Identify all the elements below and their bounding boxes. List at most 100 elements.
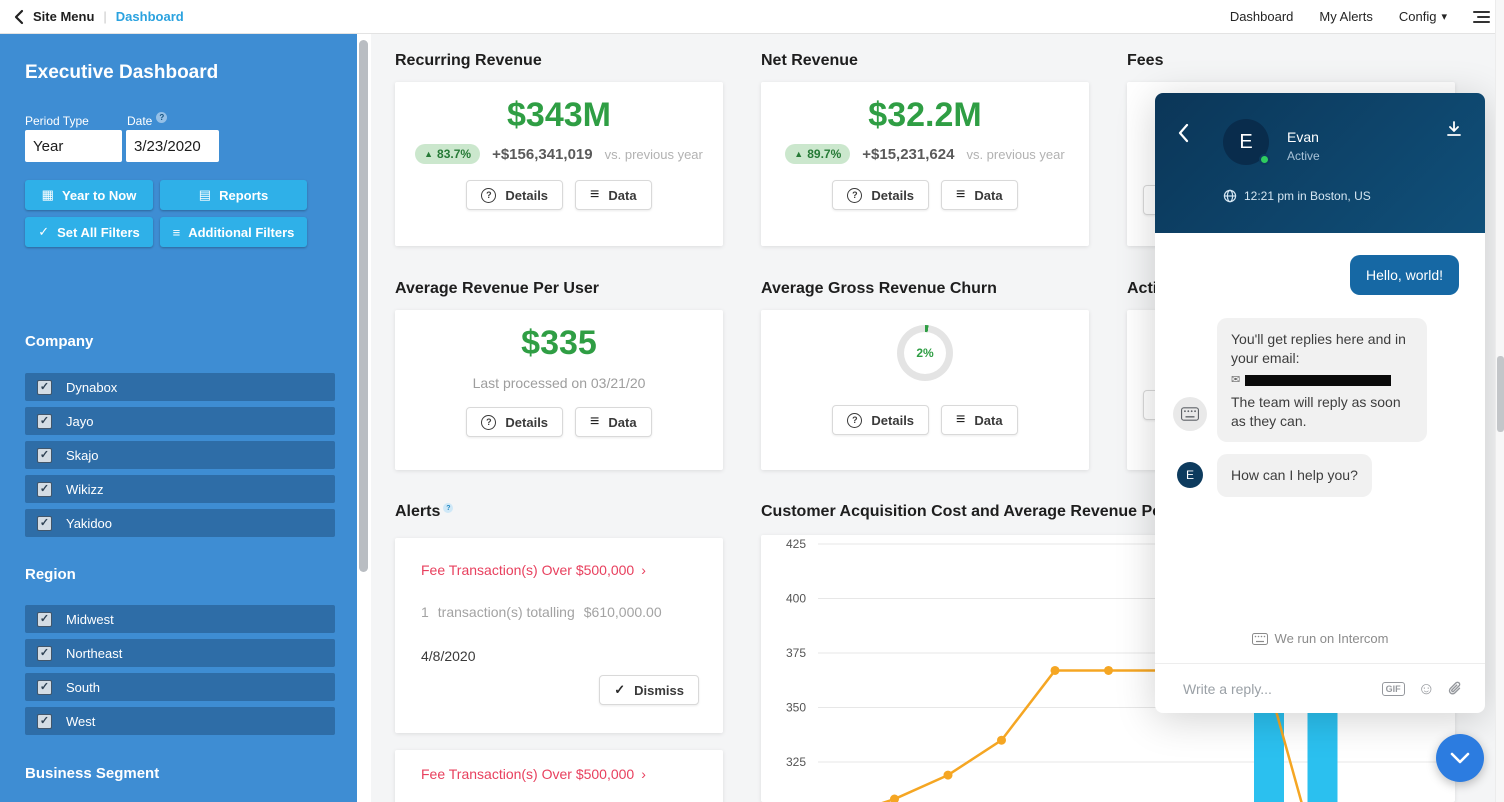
region-item-northeast[interactable]: ✓ Northeast: [25, 639, 335, 667]
badge-percent: 83.7%: [437, 147, 471, 161]
reports-button[interactable]: ▤ Reports: [160, 180, 307, 210]
agent-initial: E: [1239, 131, 1252, 154]
nav-config[interactable]: Config ▾: [1399, 9, 1447, 24]
data-button[interactable]: ≡ Data: [575, 407, 652, 437]
additional-filters-button[interactable]: ≡ Additional Filters: [160, 217, 307, 247]
svg-text:425: 425: [786, 537, 806, 551]
chat-back-button[interactable]: [1171, 121, 1195, 145]
data-button[interactable]: ≡ Data: [575, 180, 652, 210]
emoji-button[interactable]: ☺: [1418, 680, 1435, 697]
date-input[interactable]: [126, 130, 219, 162]
svg-text:350: 350: [786, 701, 806, 715]
recurring-revenue-title: Recurring Revenue: [395, 52, 542, 70]
bot-avatar: [1173, 397, 1207, 431]
date-help-icon[interactable]: ?: [156, 112, 167, 123]
gif-button[interactable]: GIF: [1382, 682, 1405, 696]
region-item-label: West: [66, 714, 95, 729]
year-to-now-button[interactable]: ▦ Year to Now: [25, 180, 153, 210]
recurring-revenue-badge: ▲ 83.7%: [415, 144, 480, 164]
data-button[interactable]: ≡ Data: [941, 405, 1018, 435]
svg-text:400: 400: [786, 592, 806, 606]
alerts-title: Alerts?: [395, 503, 453, 521]
checkbox-checked-icon[interactable]: ✓: [37, 612, 52, 627]
download-conversation-button[interactable]: [1441, 117, 1467, 143]
checkbox-checked-icon[interactable]: ✓: [37, 414, 52, 429]
data-button[interactable]: ≡ Data: [941, 180, 1018, 210]
recurring-revenue-delta: +$156,341,019: [492, 146, 593, 163]
company-item-label: Yakidoo: [66, 516, 112, 531]
back-chevron-icon[interactable]: [14, 9, 24, 25]
checkbox-checked-icon[interactable]: ✓: [37, 482, 52, 497]
reports-label: Reports: [219, 188, 268, 203]
company-item-label: Dynabox: [66, 380, 117, 395]
svg-text:325: 325: [786, 755, 806, 769]
company-item-label: Jayo: [66, 414, 93, 429]
keyboard-icon: [1181, 407, 1199, 421]
company-item-label: Skajo: [66, 448, 99, 463]
alerts-help-icon[interactable]: ?: [443, 503, 453, 513]
arpu-title: Average Revenue Per User: [395, 280, 599, 298]
churn-donut-chart: 2%: [897, 325, 953, 381]
site-menu-link[interactable]: Site Menu: [33, 9, 94, 24]
company-item-label: Wikizz: [66, 482, 104, 497]
net-revenue-value: $32.2M: [868, 96, 981, 135]
recurring-revenue-value: $343M: [507, 96, 611, 135]
period-type-input[interactable]: [25, 130, 122, 162]
checkbox-checked-icon[interactable]: ✓: [37, 646, 52, 661]
intercom-footer-link[interactable]: We run on Intercom: [1155, 631, 1485, 646]
attachment-button[interactable]: [1448, 681, 1463, 697]
company-item-jayo[interactable]: ✓ Jayo: [25, 407, 335, 435]
details-button[interactable]: ? Details: [466, 407, 563, 437]
set-all-filters-button[interactable]: ✓ Set All Filters: [25, 217, 153, 247]
alert-card: Fee Transaction(s) Over $500,000 › 1 tra…: [395, 538, 723, 733]
checkbox-checked-icon[interactable]: ✓: [37, 448, 52, 463]
checkbox-checked-icon[interactable]: ✓: [37, 714, 52, 729]
list-icon: ≡: [956, 412, 965, 428]
alert-amount: $610,000.00: [584, 604, 662, 620]
chat-launcher-button[interactable]: [1436, 734, 1484, 782]
list-icon: ≡: [956, 187, 965, 203]
fee-transaction-alert-link[interactable]: Fee Transaction(s) Over $500,000 ›: [421, 766, 646, 782]
page-scrollbar-thumb[interactable]: [1497, 356, 1504, 432]
region-item-midwest[interactable]: ✓ Midwest: [25, 605, 335, 633]
menu-icon[interactable]: [1473, 11, 1490, 23]
alert-count: 1: [421, 604, 429, 620]
badge-percent: 89.7%: [807, 147, 841, 161]
region-item-south[interactable]: ✓ South: [25, 673, 335, 701]
region-item-west[interactable]: ✓ West: [25, 707, 335, 735]
question-circle-icon: ?: [847, 413, 862, 428]
fee-transaction-alert-link[interactable]: Fee Transaction(s) Over $500,000 ›: [421, 562, 646, 578]
intercom-footer-label: We run on Intercom: [1275, 631, 1389, 646]
arpu-card: $335 Last processed on 03/21/20 ? Detail…: [395, 310, 723, 470]
net-revenue-delta: +$15,231,624: [862, 146, 954, 163]
details-label: Details: [505, 188, 548, 203]
alert-date: 4/8/2020: [421, 648, 476, 664]
check-icon: ✓: [614, 682, 625, 698]
company-item-yakidoo[interactable]: ✓ Yakidoo: [25, 509, 335, 537]
greeting-message-bubble: How can I help you?: [1217, 454, 1372, 497]
up-triangle-icon: ▲: [794, 149, 803, 159]
nav-my-alerts[interactable]: My Alerts: [1319, 9, 1372, 24]
details-button[interactable]: ? Details: [832, 180, 929, 210]
company-item-skajo[interactable]: ✓ Skajo: [25, 441, 335, 469]
company-item-wikizz[interactable]: ✓ Wikizz: [25, 475, 335, 503]
checkbox-checked-icon[interactable]: ✓: [37, 680, 52, 695]
agent-mini-avatar: E: [1177, 462, 1203, 488]
dismiss-button[interactable]: ✓ Dismiss: [599, 675, 699, 705]
recurring-revenue-card: $343M ▲ 83.7% +$156,341,019 vs. previous…: [395, 82, 723, 246]
breadcrumb-separator: |: [103, 9, 106, 24]
sidebar-title: Executive Dashboard: [25, 62, 218, 84]
details-button[interactable]: ? Details: [832, 405, 929, 435]
checkbox-checked-icon[interactable]: ✓: [37, 516, 52, 531]
nav-config-label: Config: [1399, 9, 1437, 24]
company-item-dynabox[interactable]: ✓ Dynabox: [25, 373, 335, 401]
details-button[interactable]: ? Details: [466, 180, 563, 210]
alert-card-second: Fee Transaction(s) Over $500,000 ›: [395, 750, 723, 802]
reply-input[interactable]: [1183, 681, 1382, 697]
question-circle-icon: ?: [847, 188, 862, 203]
nav-dashboard[interactable]: Dashboard: [1230, 9, 1294, 24]
checkbox-checked-icon[interactable]: ✓: [37, 380, 52, 395]
download-icon: [1445, 120, 1463, 138]
info-line-1: You'll get replies here and in your emai…: [1231, 331, 1406, 366]
sidebar-scrollbar-thumb[interactable]: [359, 40, 368, 572]
